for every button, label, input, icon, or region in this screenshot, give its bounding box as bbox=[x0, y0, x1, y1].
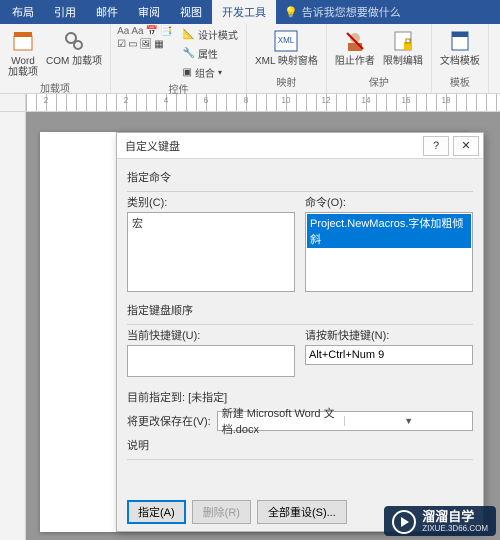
group-protect-label: 保护 bbox=[333, 74, 425, 91]
dialog-title: 自定义键盘 bbox=[125, 138, 180, 154]
tab-references[interactable]: 引用 bbox=[44, 0, 86, 24]
group-protect: 阻止作者 限制编辑 保护 bbox=[327, 24, 432, 93]
group-template: 文档模板 模板 bbox=[432, 24, 489, 93]
group-mapping-label: 映射 bbox=[253, 74, 320, 91]
tab-layout[interactable]: 布局 bbox=[2, 0, 44, 24]
horizontal-ruler[interactable]: 224681012141618 bbox=[0, 94, 500, 112]
save-in-select[interactable]: 新建 Microsoft Word 文档.docx ▼ bbox=[217, 411, 473, 431]
doc-template-button[interactable]: 文档模板 bbox=[438, 26, 482, 69]
com-addins-label: COM 加载项 bbox=[46, 56, 102, 67]
chevron-down-icon: ▾ bbox=[218, 68, 222, 77]
control-date-icon[interactable]: 📅 bbox=[146, 26, 158, 37]
category-item-macro[interactable]: 宏 bbox=[129, 214, 293, 232]
current-keys-label: 当前快捷键(U): bbox=[127, 327, 295, 343]
dialog-titlebar: 自定义键盘 ? ✕ bbox=[117, 133, 483, 159]
vertical-ruler[interactable] bbox=[0, 112, 26, 540]
reset-all-button[interactable]: 全部重设(S)... bbox=[257, 500, 347, 524]
tab-review[interactable]: 审阅 bbox=[128, 0, 170, 24]
watermark-logo: 溜溜自学 ZIXUE.3D66.COM bbox=[384, 506, 496, 536]
word-addins-button[interactable]: Word 加载项 bbox=[6, 26, 40, 80]
restrict-editing-button[interactable]: 限制编辑 bbox=[381, 26, 425, 69]
lock-icon bbox=[389, 28, 417, 54]
properties-button[interactable]: 🔧属性 bbox=[180, 45, 239, 62]
specify-command-label: 指定命令 bbox=[127, 169, 473, 185]
tab-mailings[interactable]: 邮件 bbox=[86, 0, 128, 24]
customize-keyboard-dialog: 自定义键盘 ? ✕ 指定命令 类别(C): 宏 命令(O): Project.N… bbox=[116, 132, 484, 532]
category-label: 类别(C): bbox=[127, 194, 295, 210]
close-button[interactable]: ✕ bbox=[453, 136, 479, 156]
ribbon-tabs: 布局 引用 邮件 审阅 视图 开发工具 💡 告诉我您想要做什么 bbox=[0, 0, 500, 24]
current-keys-listbox[interactable] bbox=[127, 345, 295, 377]
svg-text:XML: XML bbox=[278, 36, 295, 45]
control-legacy-icon[interactable]: ▦ bbox=[154, 39, 163, 50]
tell-me-text: 告诉我您想要做什么 bbox=[302, 4, 401, 20]
ruler-corner bbox=[0, 94, 26, 112]
save-in-value: 新建 Microsoft Word 文档.docx bbox=[218, 405, 345, 437]
ribbon-body: Word 加载项 COM 加载项 加载项 Aa Aa 📅 📑 ☑ ▭ bbox=[0, 24, 500, 94]
watermark-url: ZIXUE.3D66.COM bbox=[422, 525, 488, 534]
block-author-icon bbox=[341, 28, 369, 54]
control-combo-icon[interactable]: 📑 bbox=[160, 26, 172, 37]
new-key-label: 请按新快捷键(N): bbox=[305, 327, 473, 343]
xml-mapping-button[interactable]: XML XML 映射窗格 bbox=[253, 26, 320, 69]
properties-icon: 🔧 bbox=[182, 48, 194, 59]
save-in-label: 将更改保存在(V): bbox=[127, 413, 211, 429]
separator bbox=[127, 191, 473, 192]
watermark-name: 溜溜自学 bbox=[422, 510, 488, 524]
chevron-down-icon[interactable]: ▼ bbox=[344, 416, 472, 426]
com-addins-button[interactable]: COM 加载项 bbox=[44, 26, 104, 69]
restrict-editing-label: 限制编辑 bbox=[383, 56, 423, 67]
command-listbox[interactable]: Project.NewMacros.字体加粗倾斜 bbox=[305, 212, 473, 292]
group-mapping: XML XML 映射窗格 映射 bbox=[247, 24, 327, 93]
block-authors-label: 阻止作者 bbox=[335, 56, 375, 67]
group-template-label: 模板 bbox=[438, 74, 482, 91]
gears-icon bbox=[60, 28, 88, 54]
separator bbox=[127, 459, 473, 460]
control-aa2-icon[interactable]: Aa bbox=[131, 26, 143, 37]
control-dropdown-icon[interactable]: ▭ bbox=[128, 39, 137, 50]
group-controls: Aa Aa 📅 📑 ☑ ▭ 🖼 ▦ 📐设计模式 🔧属性 ▣组合▾ 控件 bbox=[111, 24, 247, 93]
tell-me-search[interactable]: 💡 告诉我您想要做什么 bbox=[284, 4, 401, 20]
control-check-icon[interactable]: ☑ bbox=[117, 39, 126, 50]
tab-developer[interactable]: 开发工具 bbox=[212, 0, 276, 24]
description-label: 说明 bbox=[127, 437, 473, 453]
command-label: 命令(O): bbox=[305, 194, 473, 210]
assign-button[interactable]: 指定(A) bbox=[127, 500, 186, 524]
control-aa-icon[interactable]: Aa bbox=[117, 26, 129, 37]
control-pic-icon[interactable]: 🖼 bbox=[140, 39, 153, 50]
store-icon bbox=[9, 28, 37, 54]
word-addins-label: Word 加载项 bbox=[8, 56, 38, 78]
template-icon bbox=[446, 28, 474, 54]
new-key-input[interactable] bbox=[305, 345, 473, 365]
description-area bbox=[127, 462, 473, 486]
xml-mapping-label: XML 映射窗格 bbox=[255, 56, 318, 67]
doc-template-label: 文档模板 bbox=[440, 56, 480, 67]
separator bbox=[127, 324, 473, 325]
xml-icon: XML bbox=[272, 28, 300, 54]
tab-view[interactable]: 视图 bbox=[170, 0, 212, 24]
block-authors-button[interactable]: 阻止作者 bbox=[333, 26, 377, 69]
play-icon bbox=[392, 510, 416, 534]
category-listbox[interactable]: 宏 bbox=[127, 212, 295, 292]
group-button[interactable]: ▣组合▾ bbox=[180, 64, 239, 81]
ruler-numbers: 224681012141618 bbox=[26, 96, 466, 105]
group-icon: ▣ bbox=[182, 67, 191, 78]
assigned-to-text: 目前指定到: [未指定] bbox=[127, 389, 473, 405]
help-button[interactable]: ? bbox=[423, 136, 449, 156]
lightbulb-icon: 💡 bbox=[284, 6, 298, 19]
key-sequence-label: 指定键盘顺序 bbox=[127, 302, 473, 318]
remove-button[interactable]: 删除(R) bbox=[192, 500, 251, 524]
design-mode-icon: 📐 bbox=[182, 29, 194, 40]
design-mode-button[interactable]: 📐设计模式 bbox=[180, 26, 239, 43]
group-addins: Word 加载项 COM 加载项 加载项 bbox=[0, 24, 111, 93]
command-item-selected[interactable]: Project.NewMacros.字体加粗倾斜 bbox=[307, 214, 471, 248]
